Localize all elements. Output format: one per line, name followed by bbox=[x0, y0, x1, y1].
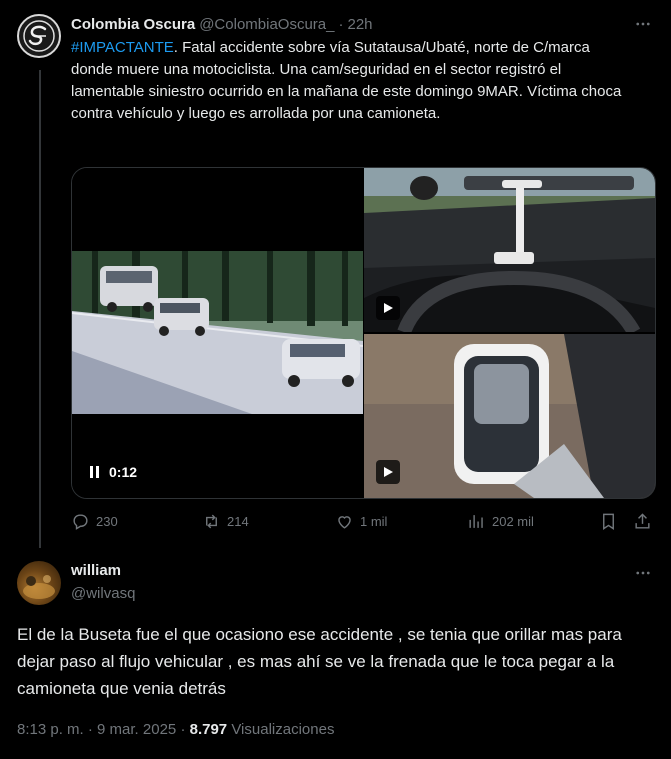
play-icon bbox=[384, 303, 393, 313]
more-icon bbox=[636, 22, 650, 26]
repost-button[interactable]: 214 bbox=[202, 509, 249, 533]
avatar[interactable] bbox=[17, 561, 61, 605]
video-player[interactable]: 0:12 bbox=[72, 168, 363, 498]
views-count: 202 mil bbox=[492, 513, 534, 529]
more-button[interactable] bbox=[631, 12, 655, 36]
reply-author-handle[interactable]: @wilvasq bbox=[71, 585, 135, 602]
pause-icon[interactable] bbox=[90, 466, 99, 478]
like-count: 1 mil bbox=[360, 513, 388, 529]
separator-dot: · bbox=[338, 15, 344, 33]
video-thumbnail-dashboard[interactable] bbox=[364, 168, 655, 332]
reply-button[interactable]: 230 bbox=[71, 509, 118, 533]
tweet-time[interactable]: 22h bbox=[347, 16, 372, 33]
tweet: Colombia Oscura @ColombiaOscura_ · 22h #… bbox=[71, 12, 655, 125]
reply-text: El de la Buseta fue el que ocasiono ese … bbox=[17, 625, 622, 698]
media-grid: 0:12 bbox=[71, 167, 656, 499]
tweet-actions: 230 214 1 mil 202 mil bbox=[71, 509, 655, 533]
reply-count: 230 bbox=[96, 513, 118, 529]
like-button[interactable]: 1 mil bbox=[335, 509, 387, 533]
separator-dot: · bbox=[180, 721, 186, 738]
thread-line bbox=[39, 70, 41, 548]
views-icon bbox=[469, 514, 483, 528]
play-icon bbox=[384, 467, 393, 477]
bookmark-button[interactable] bbox=[599, 509, 618, 533]
reply-author-name[interactable]: william bbox=[71, 562, 135, 582]
reply-timestamp[interactable]: 8:13 p. m. · 9 mar. 2025 bbox=[17, 721, 176, 738]
video-thumbnail-mirror[interactable] bbox=[364, 334, 655, 498]
repost-count: 214 bbox=[227, 513, 249, 529]
author-handle[interactable]: @ColombiaOscura_ bbox=[199, 16, 334, 33]
more-button[interactable] bbox=[631, 561, 655, 585]
colombia-oscura-logo bbox=[23, 20, 55, 52]
repost-icon bbox=[206, 514, 217, 528]
more-icon bbox=[636, 571, 650, 575]
reply-meta: 8:13 p. m. · 9 mar. 2025 · 8.797 Visuali… bbox=[17, 721, 334, 738]
author-name[interactable]: Colombia Oscura bbox=[71, 16, 195, 33]
reply-header: william @wilvasq bbox=[71, 562, 135, 602]
play-button[interactable] bbox=[376, 296, 400, 320]
like-icon bbox=[338, 515, 351, 529]
reply-icon bbox=[73, 513, 88, 530]
video-time: 0:12 bbox=[109, 464, 138, 480]
play-button[interactable] bbox=[376, 460, 400, 484]
tweet-header: Colombia Oscura @ColombiaOscura_ · 22h bbox=[71, 12, 655, 36]
video-controls: 0:12 bbox=[90, 464, 137, 480]
video-frame-road bbox=[72, 251, 363, 414]
share-button[interactable] bbox=[633, 509, 652, 533]
share-icon bbox=[635, 512, 650, 529]
bookmark-icon bbox=[603, 513, 614, 530]
avatar-image bbox=[23, 575, 55, 599]
hashtag-link[interactable]: #IMPACTANTE bbox=[71, 39, 174, 56]
reply-views-label: Visualizaciones bbox=[231, 721, 335, 738]
reply-views-count: 8.797 bbox=[189, 721, 228, 738]
tweet-text: #IMPACTANTE. Fatal accidente sobre vía S… bbox=[71, 37, 631, 125]
avatar[interactable] bbox=[17, 14, 61, 58]
views-button[interactable]: 202 mil bbox=[467, 509, 534, 533]
